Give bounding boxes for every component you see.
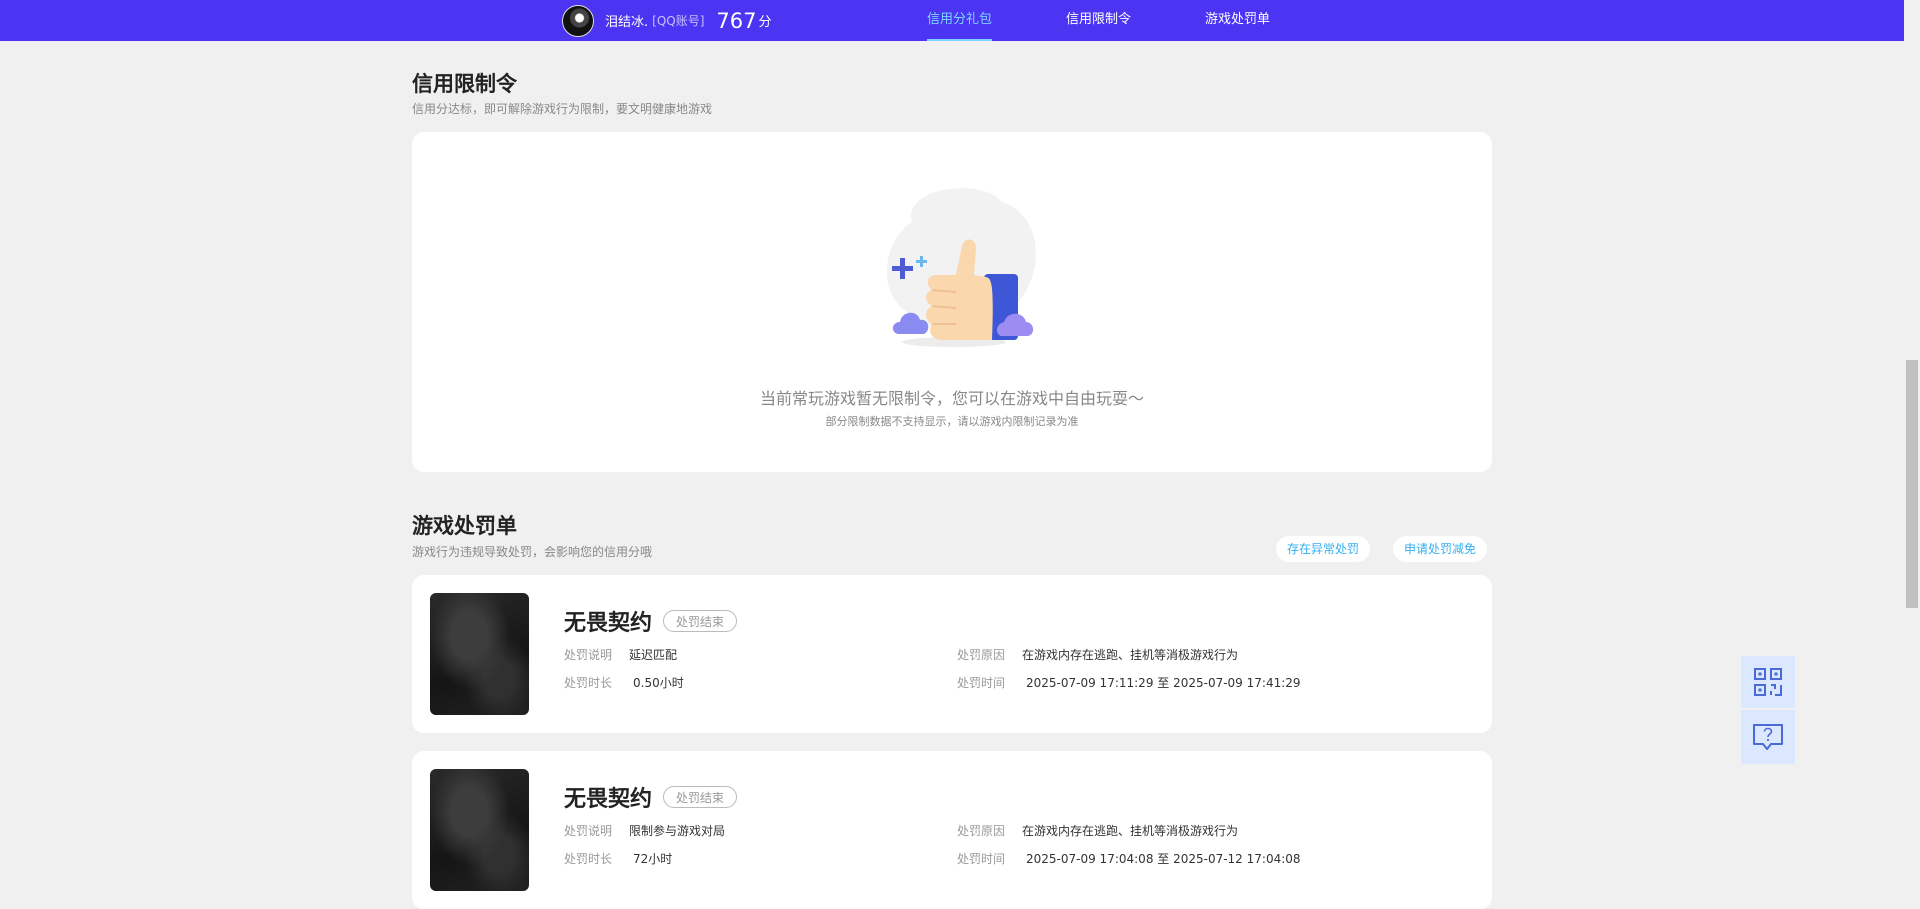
nav-tab-credit-restriction[interactable]: 信用限制令 [1066, 0, 1131, 41]
username: 泪结冰. [605, 15, 649, 30]
penalty-duration-value: 72小时 [633, 852, 673, 866]
apply-penalty-reduction-button[interactable]: 申请处罚减免 [1393, 536, 1488, 562]
user-info: 泪结冰. [QQ账号] 767 分 [562, 4, 772, 37]
nav-tab-game-penalty[interactable]: 游戏处罚单 [1205, 0, 1270, 41]
penalty-reason-value: 在游戏内存在逃跑、挂机等消极游戏行为 [1022, 648, 1239, 662]
penalty-time-value: 2025-07-09 17:04:08 至 2025-07-12 17:04:0… [1026, 852, 1301, 866]
penalty-desc-value: 限制参与游戏对局 [629, 824, 726, 838]
page-scrollbar[interactable] [1904, 0, 1920, 872]
penalty-reason-value: 在游戏内存在逃跑、挂机等消极游戏行为 [1022, 824, 1239, 838]
thumbs-up-illustration-icon [886, 188, 1036, 347]
penalty-desc-label: 处罚说明 [564, 648, 613, 662]
penalty-time-label: 处罚时间 [957, 676, 1006, 690]
help-button[interactable] [1741, 710, 1795, 764]
qrcode-icon [1754, 668, 1782, 696]
nav-tab-credit-gift[interactable]: 信用分礼包 [927, 0, 993, 41]
penalty-duration-label: 处罚时长 [564, 852, 613, 866]
credit-score: 767 [716, 8, 757, 33]
game-name: 无畏契约 [564, 787, 653, 812]
restriction-empty-text: 当前常玩游戏暂无限制令，您可以在游戏中自由玩耍～ [759, 389, 1144, 408]
restriction-section-title: 信用限制令 [412, 72, 517, 96]
penalty-duration-value: 0.50小时 [633, 676, 684, 690]
penalty-reason-label: 处罚原因 [957, 824, 1006, 838]
top-nav-bar: 泪结冰. [QQ账号] 767 分 信用分礼包 信用限制令 游戏处罚单 [0, 0, 1904, 41]
abnormal-penalty-button[interactable]: 存在异常处罚 [1276, 536, 1371, 562]
game-name: 无畏契约 [564, 611, 653, 636]
user-avatar[interactable] [562, 4, 594, 37]
restriction-section-subtitle: 信用分达标，即可解除游戏行为限制，要文明健康地游戏 [412, 102, 713, 116]
penalty-status-badge: 处罚结束 [663, 610, 738, 632]
penalty-status-badge: 处罚结束 [663, 786, 738, 808]
penalty-section-title: 游戏处罚单 [412, 514, 517, 538]
penalty-card: 无畏契约 处罚结束 处罚说明 延迟匹配 处罚时长 0.50小时 处罚原因 在游戏… [412, 575, 1492, 733]
account-type: [QQ账号] [652, 14, 705, 28]
scrollbar-thumb[interactable] [1906, 360, 1918, 608]
qrcode-button[interactable] [1741, 656, 1795, 708]
penalty-time-label: 处罚时间 [957, 852, 1006, 866]
game-cover-image [430, 593, 529, 715]
penalty-reason-label: 处罚原因 [957, 648, 1006, 662]
penalty-section-subtitle: 游戏行为违规导致处罚，会影响您的信用分哦 [412, 545, 653, 559]
penalty-desc-value: 延迟匹配 [629, 648, 678, 662]
restriction-empty-note: 部分限制数据不支持显示，请以游戏内限制记录为准 [825, 415, 1079, 428]
game-cover-image [430, 769, 529, 891]
restriction-empty-card: 当前常玩游戏暂无限制令，您可以在游戏中自由玩耍～ 部分限制数据不支持显示，请以游… [412, 132, 1492, 472]
penalty-desc-label: 处罚说明 [564, 824, 613, 838]
penalty-duration-label: 处罚时长 [564, 676, 613, 690]
penalty-time-value: 2025-07-09 17:11:29 至 2025-07-09 17:41:2… [1026, 676, 1301, 690]
help-chat-icon [1753, 724, 1783, 750]
credit-score-unit: 分 [758, 15, 772, 30]
penalty-card: 无畏契约 处罚结束 处罚说明 限制参与游戏对局 处罚时长 72小时 处罚原因 在… [412, 751, 1492, 909]
